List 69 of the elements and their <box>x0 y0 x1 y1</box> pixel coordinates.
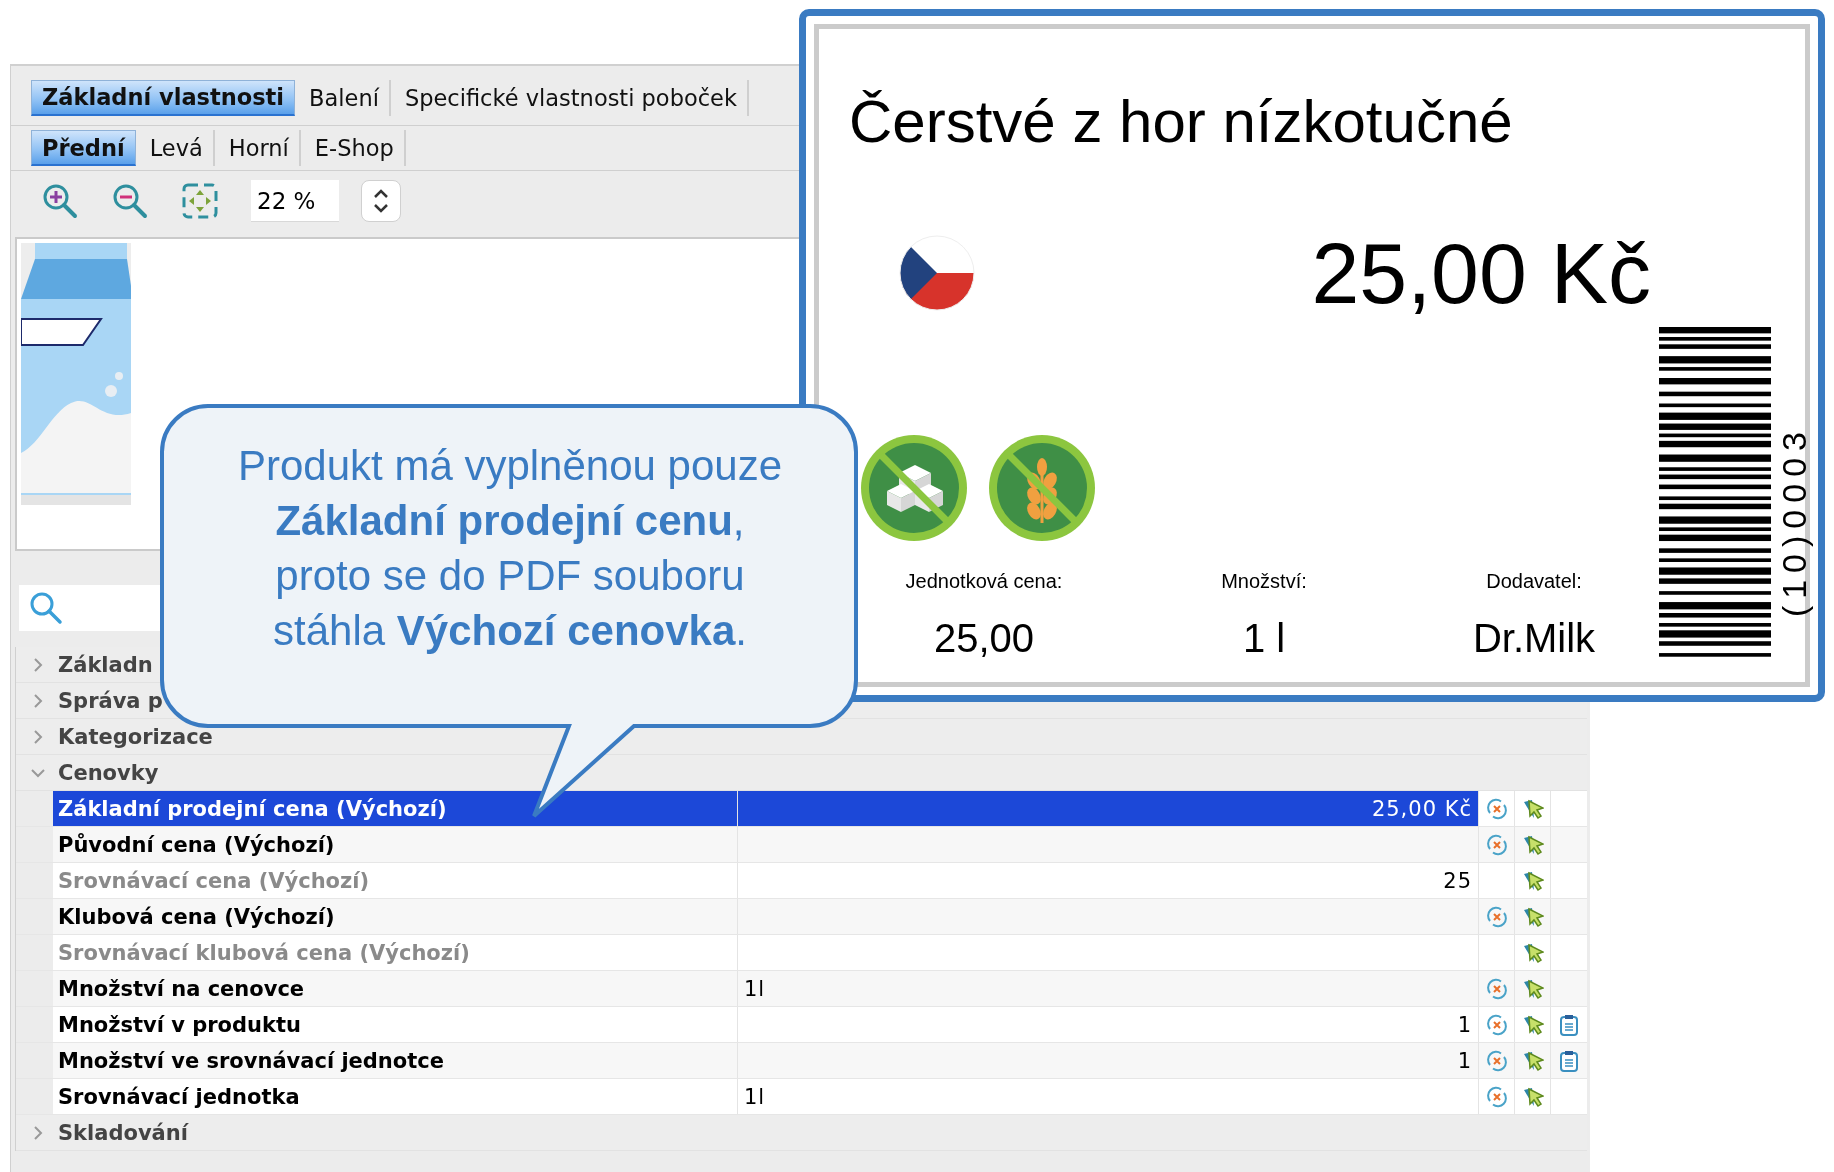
cursor-icon[interactable] <box>1521 797 1544 820</box>
tab[interactable]: Balení <box>299 79 391 116</box>
price: 25,00 Kč <box>1311 230 1651 316</box>
property-row[interactable]: Klubová cena (Výchozí) <box>16 899 1587 935</box>
property-name: Klubová cena (Výchozí) <box>57 903 336 931</box>
property-row[interactable]: Množství v produktu 1 <box>16 1007 1587 1043</box>
field-label: Jednotková cena: <box>905 570 1063 593</box>
no-gluten-icon <box>987 433 1097 543</box>
tab[interactable]: Horní <box>218 130 301 166</box>
property-row[interactable]: Srovnávací jednotka 1l <box>16 1079 1587 1115</box>
barcode-number: (10)0003 <box>1775 424 1814 617</box>
search-icon <box>29 591 63 625</box>
property-name: Základní prodejní cena (Výchozí) <box>53 791 737 826</box>
property-value[interactable]: 1l <box>737 1079 1478 1114</box>
group-label: Základn <box>58 652 153 677</box>
property-row[interactable]: Původní cena (Výchozí) <box>16 827 1587 863</box>
tab[interactable]: Specifické vlastnosti poboček <box>394 79 749 116</box>
property-name: Srovnávací klubová cena (Výchozí) <box>57 939 471 967</box>
clipboard-icon[interactable] <box>1559 1013 1579 1036</box>
property-row[interactable]: Množství na cenovce 1l <box>16 971 1587 1007</box>
cursor-icon[interactable] <box>1521 1049 1544 1072</box>
group-label: Skladování <box>58 1120 188 1145</box>
tab[interactable]: Základní vlastnosti <box>31 79 296 116</box>
reset-icon[interactable] <box>1485 1085 1508 1108</box>
fit-icon[interactable] <box>181 182 219 220</box>
group-label: Cenovky <box>58 760 159 785</box>
property-value[interactable]: 1l <box>737 971 1478 1006</box>
cursor-icon[interactable] <box>1521 833 1544 856</box>
zoom-in-icon[interactable] <box>41 182 79 220</box>
field-label: Množství: <box>1221 570 1307 593</box>
reset-icon[interactable] <box>1485 1013 1508 1036</box>
cursor-icon[interactable] <box>1521 905 1544 928</box>
cursor-icon[interactable] <box>1521 1085 1544 1108</box>
up-down-icon <box>373 188 389 214</box>
property-name: Množství v produktu <box>57 1011 302 1039</box>
field-value: Dr.Milk <box>1472 616 1596 661</box>
field-label: Dodavatel: <box>1486 570 1582 593</box>
property-name: Množství na cenovce <box>57 975 306 1003</box>
clipboard-icon[interactable] <box>1559 1049 1579 1072</box>
tooltip-text: Produkt má vyplněnou pouze Základní prodejní cenu, proto se do PDF souboru stáhla Výchozí cenovka. <box>237 441 783 656</box>
property-value[interactable]: 25,00 Kč <box>737 791 1478 826</box>
tab[interactable]: E-Shop <box>304 130 406 166</box>
reset-icon[interactable] <box>1485 797 1508 820</box>
reset-icon[interactable] <box>1485 1049 1508 1072</box>
property-value[interactable]: 1 <box>737 1043 1478 1078</box>
reset-icon[interactable] <box>1485 905 1508 928</box>
zoom-field[interactable]: 22 % <box>251 180 339 222</box>
reset-icon[interactable] <box>1485 833 1508 856</box>
spinner-button[interactable] <box>361 180 401 222</box>
zoom-out-icon[interactable] <box>111 182 149 220</box>
tab[interactable]: Levá <box>139 130 215 166</box>
no-sugar-icon <box>859 433 969 543</box>
tab[interactable]: Přední <box>31 130 136 166</box>
czech-flag-icon <box>899 235 975 311</box>
field-value: 1 l <box>1242 616 1286 661</box>
property-name: Srovnávací cena (Výchozí) <box>57 867 371 895</box>
property-name: Původní cena (Výchozí) <box>57 831 336 859</box>
property-value[interactable]: 1 <box>737 1007 1478 1042</box>
cursor-icon[interactable] <box>1521 977 1544 1000</box>
property-row[interactable]: Základní prodejní cena (Výchozí) 25,00 Kč <box>16 791 1587 827</box>
reset-icon[interactable] <box>1485 977 1508 1000</box>
cursor-icon[interactable] <box>1521 1013 1544 1036</box>
property-name: Množství ve srovnávací jednotce <box>57 1047 445 1075</box>
property-row[interactable]: Množství ve srovnávací jednotce 1 <box>16 1043 1587 1079</box>
product-title: Čerstvé z hor nízkotučné <box>849 92 1514 152</box>
field-value: 25,00 <box>933 616 1035 661</box>
group-label: Správa p <box>58 688 163 713</box>
property-name: Srovnávací jednotka <box>57 1083 301 1111</box>
group-label: Kategorizace <box>58 724 213 749</box>
